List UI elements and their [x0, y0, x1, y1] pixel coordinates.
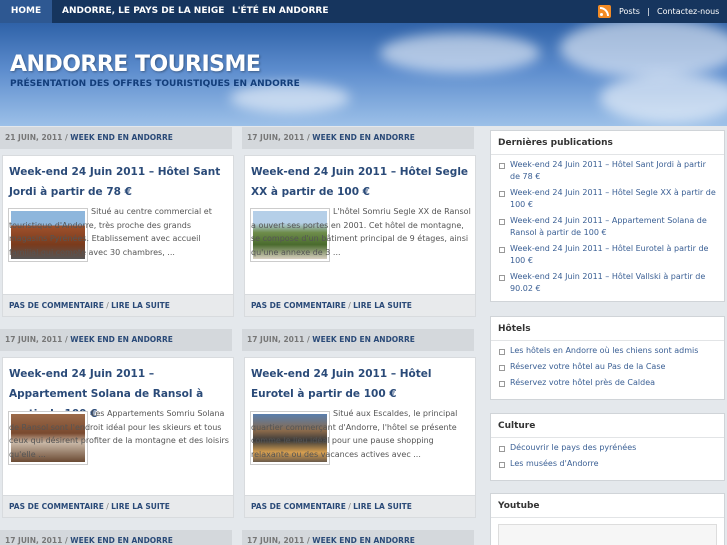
post-excerpt: Les Appartements Somriu Solana de Ransol…: [9, 409, 229, 459]
post-date: 21 JUIN, 2011 /: [5, 133, 71, 142]
post-date: 17 JUIN, 2011 /: [247, 536, 313, 545]
post-card: Week-end 24 Juin 2011 – Hôtel Segle XX à…: [244, 155, 476, 317]
post-category-link[interactable]: WEEK END EN ANDORRE: [312, 133, 415, 142]
post-meta: 17 JUIN, 2011 / WEEK END EN ANDORRE: [0, 530, 232, 545]
nav-separator: |: [647, 7, 650, 16]
post-category-link[interactable]: WEEK END EN ANDORRE: [312, 536, 415, 545]
contact-link[interactable]: Contactez-nous: [657, 0, 719, 23]
cloud-decoration: [380, 33, 540, 73]
widget-title: Hôtels: [491, 317, 724, 341]
post-card: Week-end 24 Juin 2011 – Appartement Sola…: [2, 357, 234, 518]
comments-link[interactable]: PAS DE COMMENTAIRE: [9, 301, 104, 310]
nav-andorre-neige[interactable]: ANDORRE, LE PAYS DE LA NEIGE: [62, 0, 224, 23]
hotel-link[interactable]: Réservez votre hôtel au Pas de la Case: [498, 361, 717, 373]
post-footer: PAS DE COMMENTAIRE / LIRE LA SUITE: [3, 294, 233, 316]
post-excerpt: Situé au centre commercial et touristiqu…: [9, 207, 212, 257]
post-title[interactable]: Week-end 24 Juin 2011 – Hôtel Segle XX à…: [251, 162, 471, 202]
widget-recent-posts: Dernières publications Week-end 24 Juin …: [490, 130, 725, 302]
post-excerpt: L'hôtel Somriu Segle XX de Ransol a ouve…: [251, 207, 471, 257]
hotel-link[interactable]: Réservez votre hôtel près de Caldea: [498, 377, 717, 389]
hotel-link[interactable]: Les hôtels en Andorre où les chiens sont…: [498, 345, 717, 357]
post-card: Week-end 24 Juin 2011 – Hôtel Eurotel à …: [244, 357, 476, 518]
site-title[interactable]: ANDORRE TOURISME: [10, 52, 261, 77]
post-title[interactable]: Week-end 24 Juin 2011 – Hôtel Eurotel à …: [251, 364, 471, 404]
comments-link[interactable]: PAS DE COMMENTAIRE: [251, 301, 346, 310]
top-navigation: HOME ANDORRE, LE PAYS DE LA NEIGE L'ÉTÉ …: [0, 0, 727, 23]
nav-ete-andorre[interactable]: L'ÉTÉ EN ANDORRE: [232, 0, 329, 23]
post-footer: PAS DE COMMENTAIRE / LIRE LA SUITE: [3, 495, 233, 517]
post-category-link[interactable]: WEEK END EN ANDORRE: [312, 335, 415, 344]
post-date: 17 JUIN, 2011 /: [247, 133, 313, 142]
widget-culture: Culture Découvrir le pays des pyrénées L…: [490, 413, 725, 481]
post-meta: 17 JUIN, 2011 / WEEK END EN ANDORRE: [242, 127, 474, 149]
recent-post-link[interactable]: Week-end 24 Juin 2011 – Hôtel Eurotel à …: [498, 243, 717, 267]
cloud-decoration: [600, 73, 727, 123]
culture-link[interactable]: Découvrir le pays des pyrénées: [498, 442, 717, 454]
widget-youtube: Youtube: [490, 493, 725, 545]
recent-post-link[interactable]: Week-end 24 Juin 2011 – Hôtel Segle XX à…: [498, 187, 717, 211]
post-meta: 17 JUIN, 2011 / WEEK END EN ANDORRE: [242, 530, 474, 545]
site-description: PRÉSENTATION DES OFFRES TOURISTIQUES EN …: [10, 79, 300, 89]
post-date: 17 JUIN, 2011 /: [5, 335, 71, 344]
recent-post-link[interactable]: Week-end 24 Juin 2011 – Hôtel Vallski à …: [498, 271, 717, 295]
read-more-link[interactable]: LIRE LA SUITE: [111, 301, 170, 310]
widget-title: Culture: [491, 414, 724, 438]
post-card: Week-end 24 Juin 2011 – Hôtel Sant Jordi…: [2, 155, 234, 317]
post-footer: PAS DE COMMENTAIRE / LIRE LA SUITE: [245, 495, 475, 517]
post-category-link[interactable]: WEEK END EN ANDORRE: [70, 335, 173, 344]
post-meta: 21 JUIN, 2011 / WEEK END EN ANDORRE: [0, 127, 232, 149]
youtube-embed[interactable]: [498, 524, 717, 545]
post-footer: PAS DE COMMENTAIRE / LIRE LA SUITE: [245, 294, 475, 316]
post-category-link[interactable]: WEEK END EN ANDORRE: [70, 133, 173, 142]
culture-link[interactable]: Les musées d'Andorre: [498, 458, 717, 470]
read-more-link[interactable]: LIRE LA SUITE: [111, 502, 170, 511]
post-meta: 17 JUIN, 2011 / WEEK END EN ANDORRE: [242, 329, 474, 351]
cloud-decoration: [560, 23, 727, 78]
comments-link[interactable]: PAS DE COMMENTAIRE: [9, 502, 104, 511]
read-more-link[interactable]: LIRE LA SUITE: [353, 502, 412, 511]
recent-post-link[interactable]: Week-end 24 Juin 2011 – Appartement Sola…: [498, 215, 717, 239]
read-more-link[interactable]: LIRE LA SUITE: [353, 301, 412, 310]
widget-hotels: Hôtels Les hôtels en Andorre où les chie…: [490, 316, 725, 400]
post-category-link[interactable]: WEEK END EN ANDORRE: [70, 536, 173, 545]
post-date: 17 JUIN, 2011 /: [5, 536, 71, 545]
site-header: ANDORRE TOURISME PRÉSENTATION DES OFFRES…: [0, 23, 727, 126]
widget-title: Dernières publications: [491, 131, 724, 155]
nav-home[interactable]: HOME: [0, 0, 52, 23]
widget-title: Youtube: [491, 494, 724, 518]
posts-feed-link[interactable]: Posts: [619, 0, 640, 23]
post-title[interactable]: Week-end 24 Juin 2011 – Hôtel Sant Jordi…: [9, 162, 229, 202]
rss-icon[interactable]: [598, 5, 611, 18]
recent-post-link[interactable]: Week-end 24 Juin 2011 – Hôtel Sant Jordi…: [498, 159, 717, 183]
post-date: 17 JUIN, 2011 /: [247, 335, 313, 344]
post-excerpt: Situé aux Escaldes, le principal quartie…: [251, 409, 458, 459]
post-meta: 17 JUIN, 2011 / WEEK END EN ANDORRE: [0, 329, 232, 351]
comments-link[interactable]: PAS DE COMMENTAIRE: [251, 502, 346, 511]
